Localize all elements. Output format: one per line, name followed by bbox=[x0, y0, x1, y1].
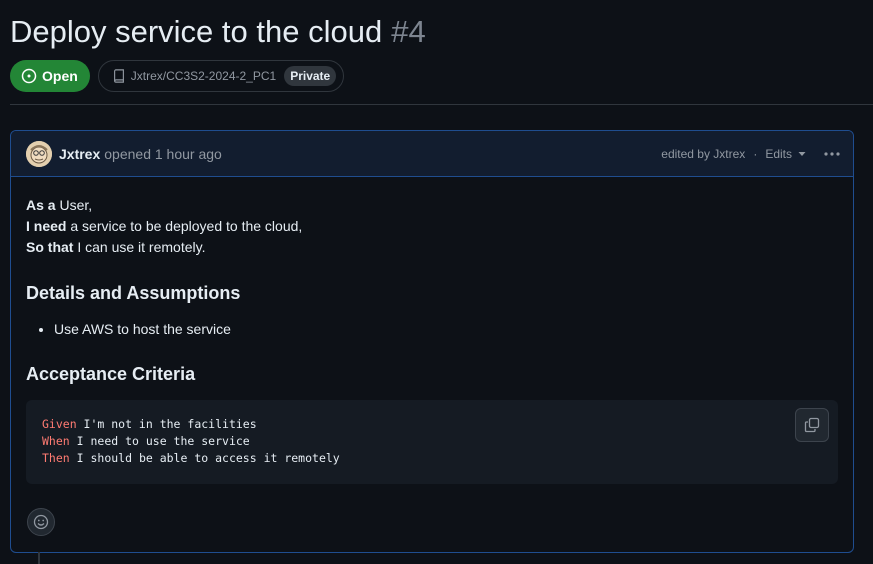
story-line-bold: I need bbox=[26, 218, 67, 234]
repo-icon bbox=[113, 69, 124, 83]
details-list: Use AWS to host the service bbox=[26, 319, 838, 339]
story-line: I need a service to be deployed to the c… bbox=[26, 216, 838, 237]
avatar[interactable] bbox=[26, 140, 52, 167]
code-line: When I need to use the service bbox=[42, 433, 822, 450]
code-keyword: Then bbox=[42, 451, 70, 465]
code-line: Then I should be able to access it remot… bbox=[42, 450, 822, 467]
timeline-connector bbox=[38, 552, 40, 564]
comment-header: Jxtrex opened 1 hour ago edited by Jxtre… bbox=[11, 131, 853, 177]
private-badge: Private bbox=[284, 66, 337, 86]
issue-number: #4 bbox=[391, 14, 426, 49]
story-line: So that I can use it remotely. bbox=[26, 237, 838, 258]
header-divider bbox=[10, 104, 873, 105]
comment-opened-time[interactable]: opened 1 hour ago bbox=[104, 146, 222, 162]
story-line-bold: As a bbox=[26, 197, 56, 213]
issue-state-label: Open bbox=[42, 68, 78, 84]
repo-name: Jxtrex/CC3S2-2024-2_PC1 bbox=[130, 69, 277, 83]
issue-title: Deploy service to the cloud bbox=[10, 14, 383, 49]
triangle-down-icon bbox=[798, 151, 806, 156]
edited-by-label: edited by Jxtrex bbox=[661, 146, 746, 161]
code-text: I need to use the service bbox=[69, 434, 250, 448]
code-keyword: Given bbox=[42, 417, 77, 431]
issue-title-row: Deploy service to the cloud #4 bbox=[10, 10, 426, 54]
code-text: I'm not in the facilities bbox=[76, 417, 257, 431]
edits-dropdown[interactable]: Edits bbox=[765, 147, 807, 161]
comment-options-button[interactable] bbox=[823, 151, 841, 157]
code-line: Given I'm not in the facilities bbox=[42, 416, 822, 433]
comment-body: As a User, I need a service to be deploy… bbox=[11, 177, 853, 484]
avatar-face-icon bbox=[26, 140, 52, 167]
copy-button[interactable] bbox=[795, 408, 829, 442]
issue-comment: Jxtrex opened 1 hour ago edited by Jxtre… bbox=[10, 130, 854, 553]
story-line-bold: So that bbox=[26, 239, 74, 255]
story-line: As a User, bbox=[26, 195, 838, 216]
code-keyword: When bbox=[42, 434, 70, 448]
details-heading: Details and Assumptions bbox=[26, 283, 241, 303]
edits-label: Edits bbox=[765, 146, 792, 161]
issue-meta-row: Open Jxtrex/CC3S2-2024-2_PC1 Private bbox=[10, 60, 345, 92]
story-line-text: I can use it remotely. bbox=[73, 239, 206, 255]
acceptance-criteria-heading: Acceptance Criteria bbox=[26, 364, 196, 384]
code-text: I should be able to access it remotely bbox=[69, 451, 340, 465]
issue-state-badge: Open bbox=[10, 60, 90, 92]
copy-icon bbox=[804, 417, 820, 433]
code-block: Given I'm not in the facilities When I n… bbox=[26, 400, 838, 484]
list-item: Use AWS to host the service bbox=[54, 319, 838, 339]
separator-dot: · bbox=[753, 146, 758, 161]
comment-header-actions: edited by Jxtrex · Edits bbox=[661, 147, 841, 161]
kebab-horizontal-icon bbox=[824, 151, 840, 156]
repo-link[interactable]: Jxtrex/CC3S2-2024-2_PC1 Private bbox=[97, 60, 345, 92]
comment-author[interactable]: Jxtrex bbox=[59, 146, 100, 162]
story-line-text: a service to be deployed to the cloud, bbox=[66, 218, 303, 234]
add-reaction-button[interactable] bbox=[27, 508, 55, 536]
smiley-icon bbox=[33, 514, 49, 530]
issue-opened-icon bbox=[21, 68, 37, 84]
story-line-text: User, bbox=[55, 197, 93, 213]
user-story: As a User, I need a service to be deploy… bbox=[26, 195, 838, 258]
